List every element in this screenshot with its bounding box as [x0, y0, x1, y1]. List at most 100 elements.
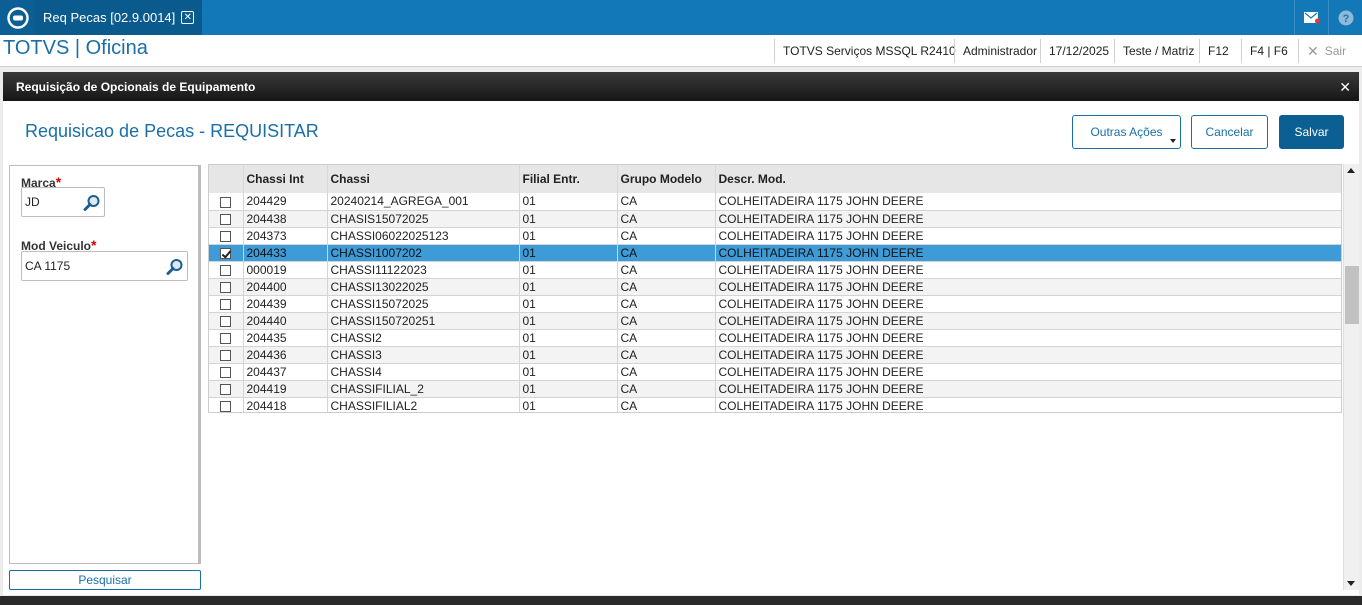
cell-filial-entr: 01 [519, 363, 618, 381]
cell-chassi: CHASSI4 [327, 363, 520, 381]
table-row[interactable]: 204440 CHASSI150720251 01 CA COLHEITADEIRA 1… [209, 312, 1341, 330]
marca-input[interactable]: JD [21, 187, 105, 217]
cell-filial-entr: 01 [519, 346, 618, 364]
row-checkbox[interactable] [220, 230, 232, 242]
row-select-cell[interactable] [209, 193, 244, 211]
row-select-cell[interactable] [209, 244, 244, 262]
cell-chassi-int: 204440 [243, 312, 328, 330]
cancel-button[interactable]: Cancelar [1191, 115, 1268, 149]
row-select-cell[interactable] [209, 329, 244, 347]
svg-text:?: ? [1342, 13, 1349, 25]
vertical-scrollbar[interactable] [1343, 164, 1359, 590]
search-icon[interactable] [166, 258, 184, 279]
cell-descr-mod: COLHEITADEIRA 1175 JOHN DEERE [715, 295, 1341, 313]
column-header-chassi[interactable]: Chassi [327, 165, 520, 193]
cell-chassi-int: 000019 [243, 261, 328, 279]
mail-icon[interactable] [1294, 0, 1328, 35]
table-row[interactable]: 204433 CHASSI1007202 01 CA COLHEITADEIRA 117… [209, 244, 1341, 262]
table-row[interactable]: 204438 CHASIS15072025 01 CA COLHEITADEIRA 11… [209, 210, 1341, 228]
column-header-grupo-modelo[interactable]: Grupo Modelo [617, 165, 716, 193]
close-icon: ✕ [1307, 42, 1319, 59]
scroll-down-icon[interactable] [1347, 581, 1355, 586]
row-checkbox[interactable] [220, 400, 232, 412]
cell-descr-mod: COLHEITADEIRA 1175 JOHN DEERE [715, 210, 1341, 228]
row-select-cell[interactable] [209, 397, 244, 412]
table-row[interactable]: 204418 CHASSIFILIAL2 01 CA COLHEITADEIRA 117… [209, 397, 1341, 412]
cell-chassi: CHASSI15072025 [327, 295, 520, 313]
search-icon[interactable] [83, 194, 101, 215]
row-checkbox[interactable] [220, 281, 232, 293]
f4-f6-button[interactable]: F4 | F6 [1241, 39, 1296, 63]
pesquisar-button[interactable]: Pesquisar [9, 570, 201, 590]
marca-value: JD [25, 195, 40, 209]
row-select-cell[interactable] [209, 210, 244, 228]
column-header-descr-mod[interactable]: Descr. Mod. [715, 165, 1341, 193]
row-select-cell[interactable] [209, 363, 244, 381]
cell-filial-entr: 01 [519, 193, 618, 211]
cell-chassi-int: 204433 [243, 244, 328, 262]
table-row[interactable]: 204437 CHASSI4 01 CA COLHEITADEIRA 1175 JOHN… [209, 363, 1341, 381]
save-button[interactable]: Salvar [1279, 115, 1344, 149]
row-checkbox[interactable] [220, 332, 232, 344]
cell-descr-mod: COLHEITADEIRA 1175 JOHN DEERE [715, 227, 1341, 245]
bottom-bar [0, 596, 1362, 605]
row-checkbox[interactable] [220, 366, 232, 378]
cell-grupo-modelo: CA [617, 227, 716, 245]
table-row[interactable]: 204400 CHASSI13022025 01 CA COLHEITADEIRA 11… [209, 278, 1341, 296]
f12-button[interactable]: F12 [1199, 39, 1237, 63]
filter-panel: Marca* JD Mod Veiculo* CA 1175 [9, 165, 201, 564]
date-info[interactable]: 17/12/2025 [1040, 39, 1117, 63]
column-header-chassi-int[interactable]: Chassi Int [243, 165, 328, 193]
row-checkbox[interactable] [220, 315, 232, 327]
cell-filial-entr: 01 [519, 244, 618, 262]
row-checkbox[interactable] [220, 298, 232, 310]
outras-acoes-label: Outras Ações [1090, 125, 1163, 139]
row-select-cell[interactable] [209, 295, 244, 313]
cell-filial-entr: 01 [519, 295, 618, 313]
branch-info[interactable]: Teste / Matriz [1114, 39, 1202, 63]
row-select-cell[interactable] [209, 380, 244, 398]
dialog-close-icon[interactable]: ✕ [1339, 79, 1351, 96]
row-checkbox[interactable] [220, 264, 232, 276]
row-select-cell[interactable] [209, 312, 244, 330]
totvs-logo-icon[interactable] [0, 0, 35, 35]
cell-chassi: CHASSIFILIAL_2 [327, 380, 520, 398]
scroll-thumb[interactable] [1345, 266, 1359, 324]
environment-info[interactable]: TOTVS Serviços MSSQL R2410 [774, 39, 964, 63]
table-row[interactable]: 204419 CHASSIFILIAL_2 01 CA COLHEITADEIRA 11… [209, 380, 1341, 398]
table-row[interactable]: 000019 CHASSI11122023 01 CA COLHEITADEIRA 11… [209, 261, 1341, 279]
cell-filial-entr: 01 [519, 312, 618, 330]
row-checkbox[interactable] [220, 196, 232, 208]
cell-chassi: CHASIS15072025 [327, 210, 520, 228]
cell-grupo-modelo: CA [617, 193, 716, 211]
cell-filial-entr: 01 [519, 380, 618, 398]
cell-chassi: CHASSI2 [327, 329, 520, 347]
user-info[interactable]: Administrador [954, 39, 1045, 63]
row-select-cell[interactable] [209, 261, 244, 279]
cell-chassi: CHASSI3 [327, 346, 520, 364]
mod-veiculo-input[interactable]: CA 1175 [21, 251, 188, 281]
cell-chassi-int: 204419 [243, 380, 328, 398]
table-row[interactable]: 204429 20240214_AGREGA_001 01 CA COLHEITADEI… [209, 193, 1341, 211]
cell-chassi: CHASSI06022025123 [327, 227, 520, 245]
tab-req-pecas[interactable]: Req Pecas [02.9.0014] ✕ [35, 0, 203, 35]
row-checkbox[interactable] [220, 383, 232, 395]
sair-button[interactable]: ✕ Sair [1298, 39, 1354, 63]
table-row[interactable]: 204436 CHASSI3 01 CA COLHEITADEIRA 1175 JOHN… [209, 346, 1341, 364]
table-row[interactable]: 204435 CHASSI2 01 CA COLHEITADEIRA 1175 JOHN… [209, 329, 1341, 347]
cell-descr-mod: COLHEITADEIRA 1175 JOHN DEERE [715, 346, 1341, 364]
help-icon[interactable]: ? [1328, 0, 1362, 35]
row-checkbox[interactable] [220, 349, 232, 361]
column-header-select[interactable] [209, 165, 244, 193]
column-header-filial-entr[interactable]: Filial Entr. [519, 165, 618, 193]
close-icon[interactable]: ✕ [181, 11, 195, 24]
row-select-cell[interactable] [209, 227, 244, 245]
row-checkbox[interactable] [220, 247, 232, 259]
row-checkbox[interactable] [220, 213, 232, 225]
table-row[interactable]: 204439 CHASSI15072025 01 CA COLHEITADEIRA 11… [209, 295, 1341, 313]
row-select-cell[interactable] [209, 346, 244, 364]
scroll-up-icon[interactable] [1347, 168, 1355, 173]
row-select-cell[interactable] [209, 278, 244, 296]
outras-acoes-button[interactable]: Outras Ações [1072, 115, 1181, 149]
table-row[interactable]: 204373 CHASSI06022025123 01 CA COLHEITADEIRA… [209, 227, 1341, 245]
